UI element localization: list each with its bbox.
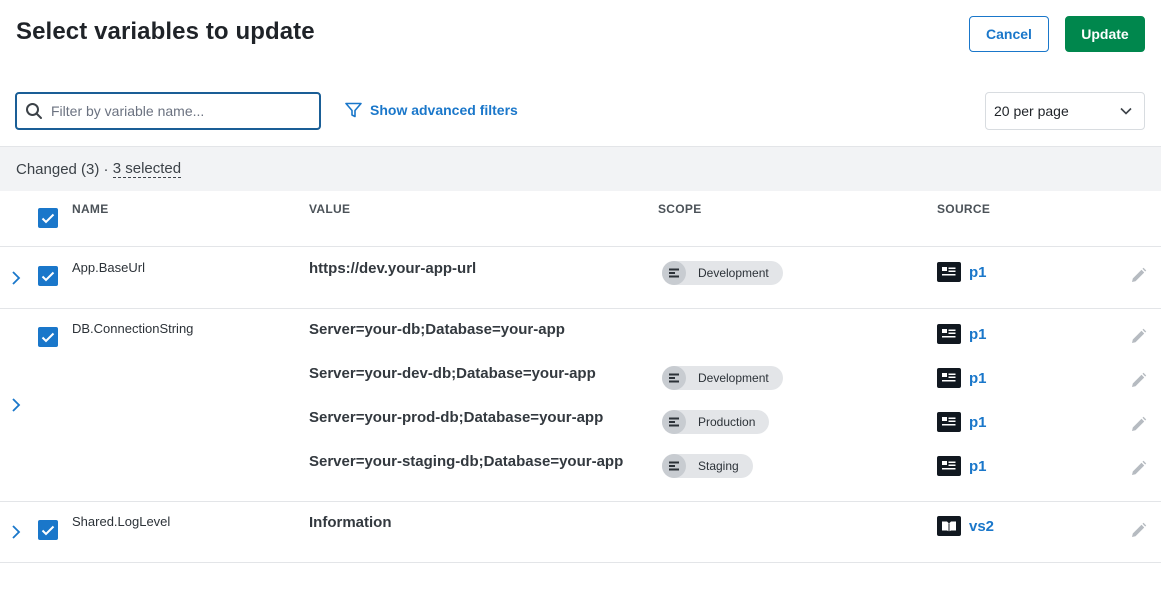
pencil-icon[interactable] <box>1130 372 1147 389</box>
source-link[interactable]: p1 <box>969 414 987 431</box>
row-checkbox[interactable] <box>38 266 58 286</box>
variable-value: https://dev.your-app-url <box>309 260 477 277</box>
divider <box>0 246 1161 247</box>
cancel-button[interactable]: Cancel <box>969 16 1049 52</box>
source: p1 <box>937 412 987 432</box>
source-link[interactable]: p1 <box>969 264 987 281</box>
variable-value: Server=your-prod-db;Database=your-app <box>309 409 604 426</box>
check-icon <box>41 332 55 342</box>
variable-value: Server=your-staging-db;Database=your-app <box>309 453 624 470</box>
column-header-source: SOURCE <box>937 202 991 216</box>
chevron-right-icon[interactable] <box>10 524 22 540</box>
chevron-right-icon[interactable] <box>10 270 22 286</box>
pencil-icon[interactable] <box>1130 522 1147 539</box>
per-page-select[interactable]: 20 per page <box>985 92 1145 130</box>
scope-label: Development <box>698 266 769 280</box>
group-label: Changed (3) · <box>16 160 109 178</box>
pencil-icon[interactable] <box>1130 328 1147 345</box>
source-link[interactable]: vs2 <box>969 518 994 535</box>
scope-chip: Development <box>662 261 783 285</box>
variable-value: Server=your-dev-db;Database=your-app <box>309 365 596 382</box>
variable-value: Information <box>309 514 392 531</box>
check-icon <box>41 525 55 535</box>
book-icon <box>937 516 961 536</box>
variable-name: DB.ConnectionString <box>72 321 194 336</box>
update-button[interactable]: Update <box>1065 16 1145 52</box>
search-field[interactable] <box>15 92 321 130</box>
source: p1 <box>937 368 987 388</box>
source-link[interactable]: p1 <box>969 458 987 475</box>
advanced-filters-label: Show advanced filters <box>370 102 518 118</box>
column-header-value: VALUE <box>309 202 351 216</box>
source: p1 <box>937 262 987 282</box>
check-icon <box>41 271 55 281</box>
search-input[interactable] <box>51 103 301 119</box>
variable-value: Server=your-db;Database=your-app <box>309 321 565 338</box>
column-header-name: NAME <box>72 202 109 216</box>
source: p1 <box>937 324 987 344</box>
selected-count-link[interactable]: 3 selected <box>112 160 182 178</box>
project-icon <box>937 456 961 476</box>
project-icon <box>937 368 961 388</box>
scope-chip: Production <box>662 410 770 434</box>
environment-icon <box>662 454 686 478</box>
filter-icon <box>345 102 362 118</box>
source: vs2 <box>937 516 994 536</box>
scope-label: Production <box>698 415 756 429</box>
scope-label: Staging <box>698 459 739 473</box>
search-icon <box>26 103 42 119</box>
variable-name: Shared.LogLevel <box>72 514 171 529</box>
chevron-down-icon <box>1120 107 1132 115</box>
pencil-icon[interactable] <box>1130 267 1147 284</box>
source-link[interactable]: p1 <box>969 326 987 343</box>
column-header-scope: SCOPE <box>658 202 702 216</box>
project-icon <box>937 324 961 344</box>
divider <box>0 501 1161 502</box>
source-link[interactable]: p1 <box>969 370 987 387</box>
row-checkbox[interactable] <box>38 327 58 347</box>
divider <box>0 308 1161 309</box>
select-all-checkbox[interactable] <box>38 208 58 228</box>
page-title: Select variables to update <box>16 18 315 45</box>
show-advanced-filters-link[interactable]: Show advanced filters <box>345 102 518 118</box>
variable-name: App.BaseUrl <box>72 260 145 275</box>
pencil-icon[interactable] <box>1130 460 1147 477</box>
divider <box>0 562 1161 563</box>
per-page-value: 20 per page <box>994 103 1069 119</box>
source: p1 <box>937 456 987 476</box>
project-icon <box>937 412 961 432</box>
project-icon <box>937 262 961 282</box>
environment-icon <box>662 261 686 285</box>
environment-icon <box>662 366 686 390</box>
check-icon <box>41 213 55 223</box>
scope-chip: Staging <box>662 454 753 478</box>
environment-icon <box>662 410 686 434</box>
scope-label: Development <box>698 371 769 385</box>
scope-chip: Development <box>662 366 783 390</box>
group-header: Changed (3) · 3 selected <box>0 146 1161 191</box>
row-checkbox[interactable] <box>38 520 58 540</box>
pencil-icon[interactable] <box>1130 416 1147 433</box>
chevron-right-icon[interactable] <box>10 397 22 413</box>
